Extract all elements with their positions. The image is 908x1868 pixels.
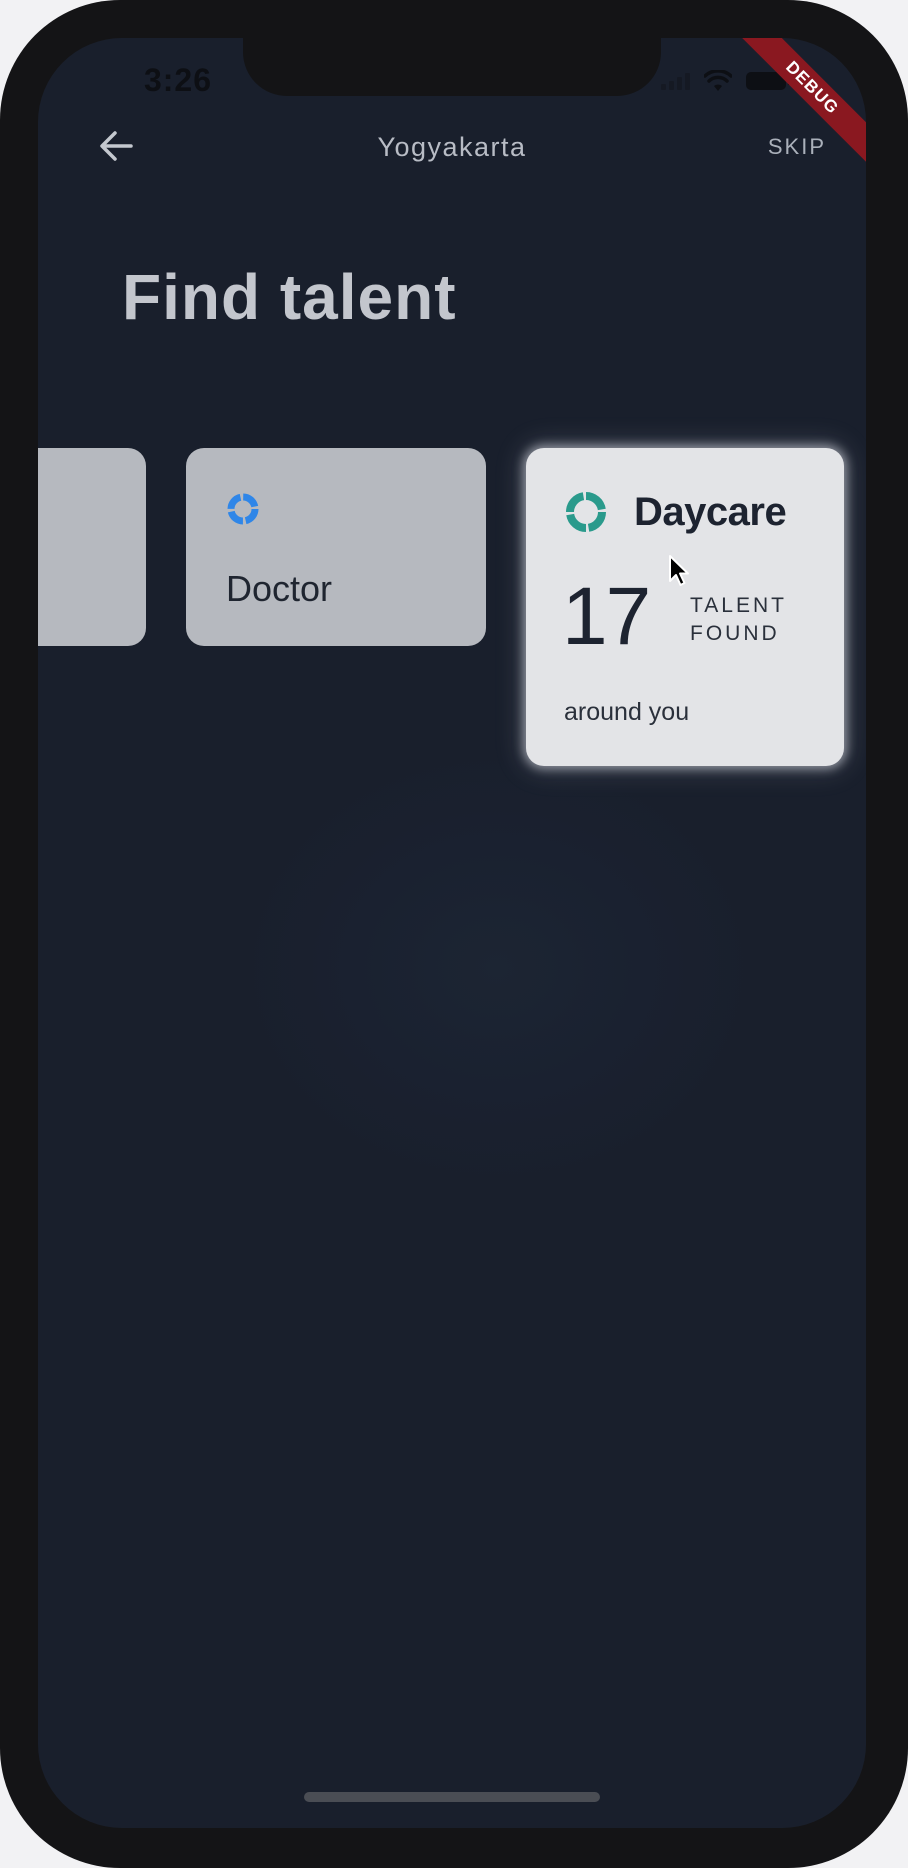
location-title: Yogyakarta (377, 132, 527, 162)
category-subtitle: around you (564, 698, 690, 726)
talent-count: 17 (562, 571, 651, 662)
category-label: Doctor (226, 568, 333, 609)
wifi-icon (704, 70, 732, 91)
mouse-cursor-icon (669, 555, 689, 586)
ring-icon (227, 493, 259, 525)
talent-count-unit-line1: TALENT (690, 594, 787, 617)
talent-count-unit: TALENT FOUND (690, 592, 787, 648)
page-title: Find talent (122, 261, 457, 333)
category-card-doctor[interactable]: Doctor (186, 448, 486, 646)
app-screen: 3:26 DEBUG Yogyakarta SKIP Find talent D… (38, 38, 866, 1828)
signal-icon (661, 72, 690, 90)
category-card-previous[interactable] (38, 448, 146, 646)
status-icons (661, 70, 791, 92)
category-label: Daycare (634, 490, 787, 534)
ring-icon (566, 492, 606, 532)
phone-frame: 3:26 DEBUG Yogyakarta SKIP Find talent D… (0, 0, 908, 1868)
status-time: 3:26 (143, 62, 213, 98)
talent-count-unit-line2: FOUND (690, 622, 780, 645)
home-indicator[interactable] (304, 1792, 600, 1802)
category-card-daycare[interactable]: Daycare 17 TALENT FOUND around you (526, 448, 844, 766)
skip-button[interactable]: SKIP (768, 134, 826, 160)
device-notch (243, 38, 661, 96)
